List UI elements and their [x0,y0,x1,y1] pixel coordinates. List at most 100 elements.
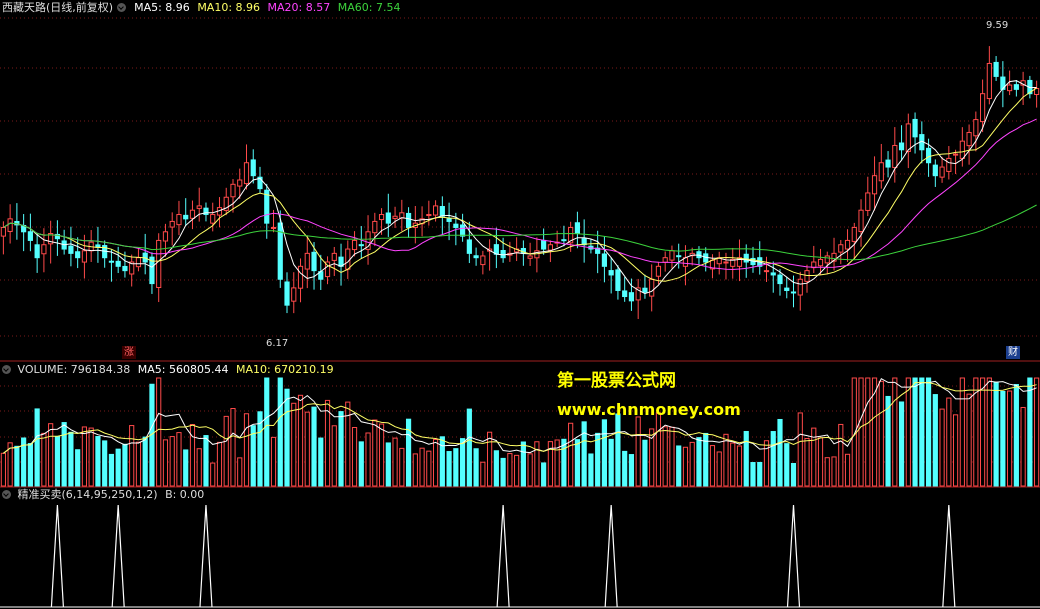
candle-body [898,142,905,151]
candle-body [176,214,182,226]
candle-body [980,93,986,123]
volume-bar [588,453,594,487]
volume-ma10-value: MA10: 670210.19 [235,363,334,376]
volume-bar [284,388,290,487]
volume-bar [129,425,135,487]
candle-body [824,255,830,264]
candle-body [817,258,824,267]
signal-spike [496,504,510,608]
candle-body [426,214,432,217]
volume-bar [324,399,331,487]
volume-bar [561,438,567,487]
volume-bar [270,436,277,487]
volume-bar [419,447,425,487]
volume-bar [655,412,662,487]
candle-body [662,257,668,263]
volume-bar [831,456,837,487]
signal-spike [199,504,213,608]
volume-bar [885,395,891,487]
main-panel-header: 西藏天路(日线,前复权) MA5: 8.96 MA10: 8.96 MA20: … [2,1,400,15]
volume-bar [41,432,47,487]
candle-body [804,270,810,282]
volume-bar [500,457,506,487]
volume-bar [986,377,992,487]
volume-bar [919,377,925,487]
volume-bar [520,441,526,487]
candle-body [41,244,47,255]
volume-bar [439,436,445,487]
volume-bar [757,461,763,487]
volume-bar [331,425,337,487]
ma10-value: MA10: 8.96 [197,1,261,14]
chevron-down-icon[interactable] [2,365,11,374]
candle-body [473,255,479,259]
volume-bar [216,441,223,487]
volume-bar [412,453,418,487]
candle-body [34,244,40,259]
volume-bar [378,423,385,487]
candle-body [460,224,466,237]
volume-bar [14,445,20,487]
volume-bar [770,431,776,487]
volume-bar [581,421,587,487]
finance-marker[interactable]: 财 [1006,346,1020,359]
volume-bar [432,438,439,487]
volume-bar [243,413,250,487]
volume-bar [635,416,641,487]
chevron-down-icon[interactable] [116,3,126,12]
volume-bar [230,408,236,487]
candle-body [784,287,790,291]
volume-bar [939,408,945,487]
candle-body [892,144,898,169]
chevron-down-icon[interactable] [2,490,11,499]
volume-value: VOLUME: 796184.38 [17,363,131,376]
stock-title[interactable]: 西藏天路(日线,前复权) [2,1,113,14]
candle-body [844,239,851,250]
candle-body [770,272,776,276]
watermark-title: 第一股票公式网 [557,371,676,391]
candle-body [946,157,952,172]
candle-body [723,261,729,264]
candle-body [932,164,938,177]
volume-bar [615,413,621,487]
candle-body [574,222,580,235]
volume-bar [54,435,60,487]
signal-spike [50,504,65,608]
volume-bar [804,438,810,487]
volume-bar [1000,390,1006,487]
volume-bar [264,377,270,487]
volume-bar [1020,406,1026,487]
candle-body [993,61,999,77]
volume-bar [838,423,844,487]
volume-bar [61,422,67,487]
candle-body [291,287,297,302]
volume-bar [925,377,932,487]
volume-bar [608,438,614,487]
volume-bar [210,462,216,487]
candle-body [156,239,162,289]
volume-bar [81,426,88,487]
volume-bar [162,439,169,487]
rise-marker[interactable]: 涨 [122,346,136,359]
volume-bar [196,448,202,487]
volume-bar [750,462,756,487]
candle-body [973,119,979,137]
candle-body [878,162,884,182]
stock-chart [0,17,1040,608]
volume-bar [784,443,790,487]
volume-bar [676,445,682,487]
volume-bar [351,427,358,487]
candle-body [959,140,965,159]
volume-bar [399,447,405,487]
signal-spike [604,504,618,608]
candle-body [561,239,567,242]
candle-body [615,269,621,291]
volume-bar [372,419,378,487]
volume-bar [203,435,209,487]
volume-bar [716,451,722,487]
volume-bar [905,377,911,487]
volume-bar [122,443,128,487]
candle-body [270,226,277,229]
candle-body [250,159,256,177]
candle-body [986,62,992,100]
